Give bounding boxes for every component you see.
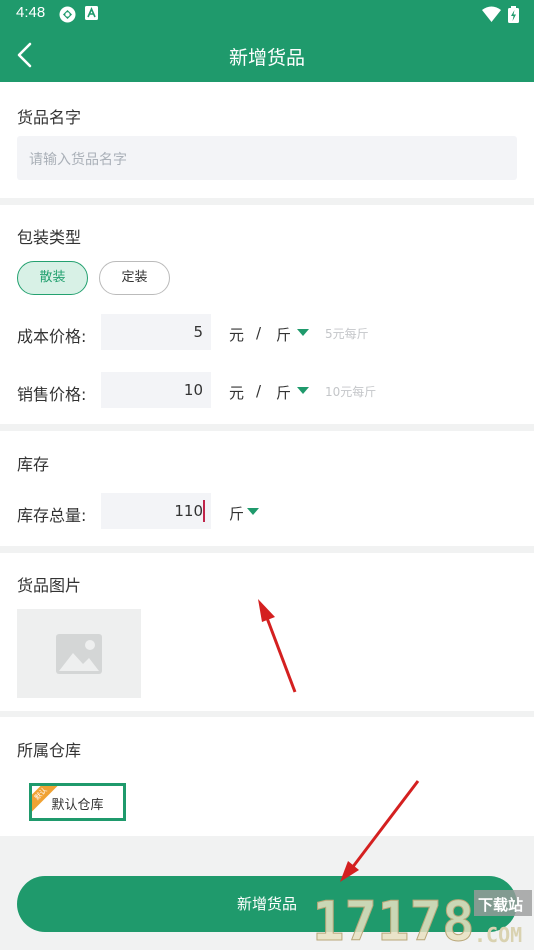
watermark-logo-icon: 17178 下载站 .COM: [312, 890, 532, 950]
site-watermark: 17178 下载站 .COM: [312, 888, 532, 950]
watermark-number: 17178: [312, 890, 475, 946]
annotation-arrows: [258, 599, 420, 882]
annotation-arrow-upper: [258, 599, 297, 693]
watermark-domain: .COM: [474, 923, 522, 946]
watermark-tag: 下载站: [478, 896, 523, 914]
annotation-arrow-lower: [340, 780, 420, 882]
